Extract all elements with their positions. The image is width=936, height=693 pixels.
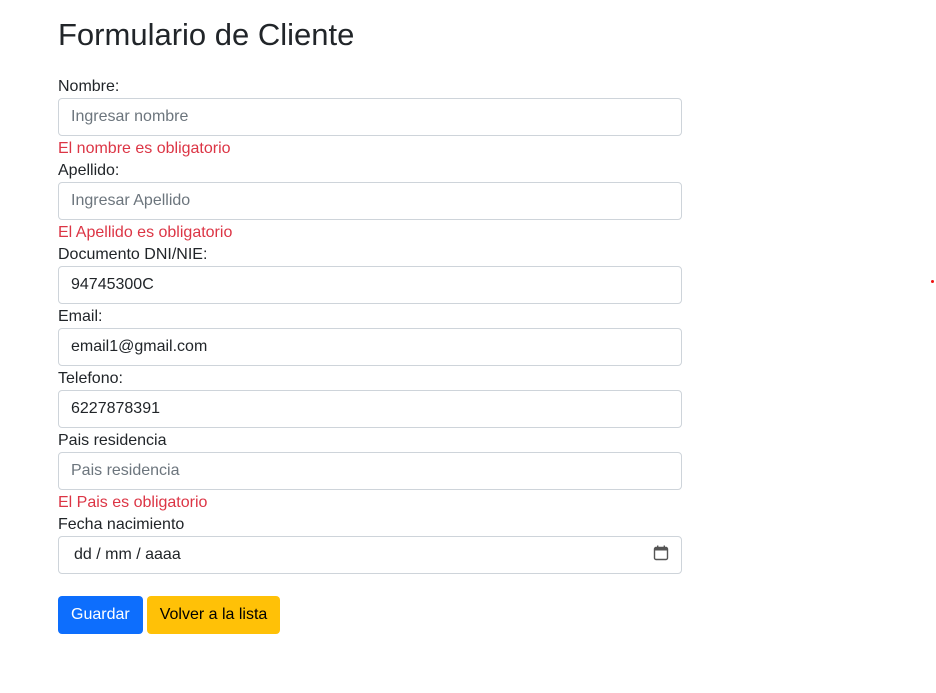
nombre-input[interactable]: Ingresar nombre [58, 98, 682, 136]
pais-input[interactable]: Pais residencia [58, 452, 682, 490]
fecha-input[interactable]: dd / mm / aaaa [58, 536, 682, 574]
pais-error: El Pais es obligatorio [58, 494, 208, 511]
pais-placeholder: Pais residencia [71, 462, 180, 479]
fecha-placeholder: dd / mm / aaaa [74, 546, 181, 563]
documento-value: 94745300C [71, 276, 154, 293]
save-button[interactable]: Guardar [58, 596, 143, 634]
nombre-placeholder: Ingresar nombre [71, 108, 189, 125]
nombre-error: El nombre es obligatorio [58, 140, 231, 157]
calendar-icon[interactable] [653, 545, 669, 566]
page-title: Formulario de Cliente [58, 17, 355, 52]
form-actions: Guardar Volver a la lista [58, 596, 682, 634]
apellido-input[interactable]: Ingresar Apellido [58, 182, 682, 220]
email-value: email1@gmail.com [71, 338, 208, 355]
pais-label: Pais residencia [58, 432, 167, 449]
fecha-label: Fecha nacimiento [58, 516, 185, 533]
back-to-list-button[interactable]: Volver a la lista [146, 596, 281, 634]
telefono-label: Telefono: [58, 370, 123, 387]
apellido-error: El Apellido es obligatorio [58, 224, 233, 241]
client-form: Formulario de Cliente Nombre: Ingresar n… [58, 14, 682, 634]
email-input[interactable]: email1@gmail.com [58, 328, 682, 366]
telefono-input[interactable]: 6227878391 [58, 390, 682, 428]
email-label: Email: [58, 308, 103, 325]
documento-input[interactable]: 94745300C [58, 266, 682, 304]
nombre-label: Nombre: [58, 78, 120, 95]
apellido-label: Apellido: [58, 162, 120, 179]
telefono-value: 6227878391 [71, 400, 160, 417]
apellido-placeholder: Ingresar Apellido [71, 192, 191, 209]
documento-label: Documento DNI/NIE: [58, 246, 208, 263]
red-dot-marker [931, 280, 934, 283]
